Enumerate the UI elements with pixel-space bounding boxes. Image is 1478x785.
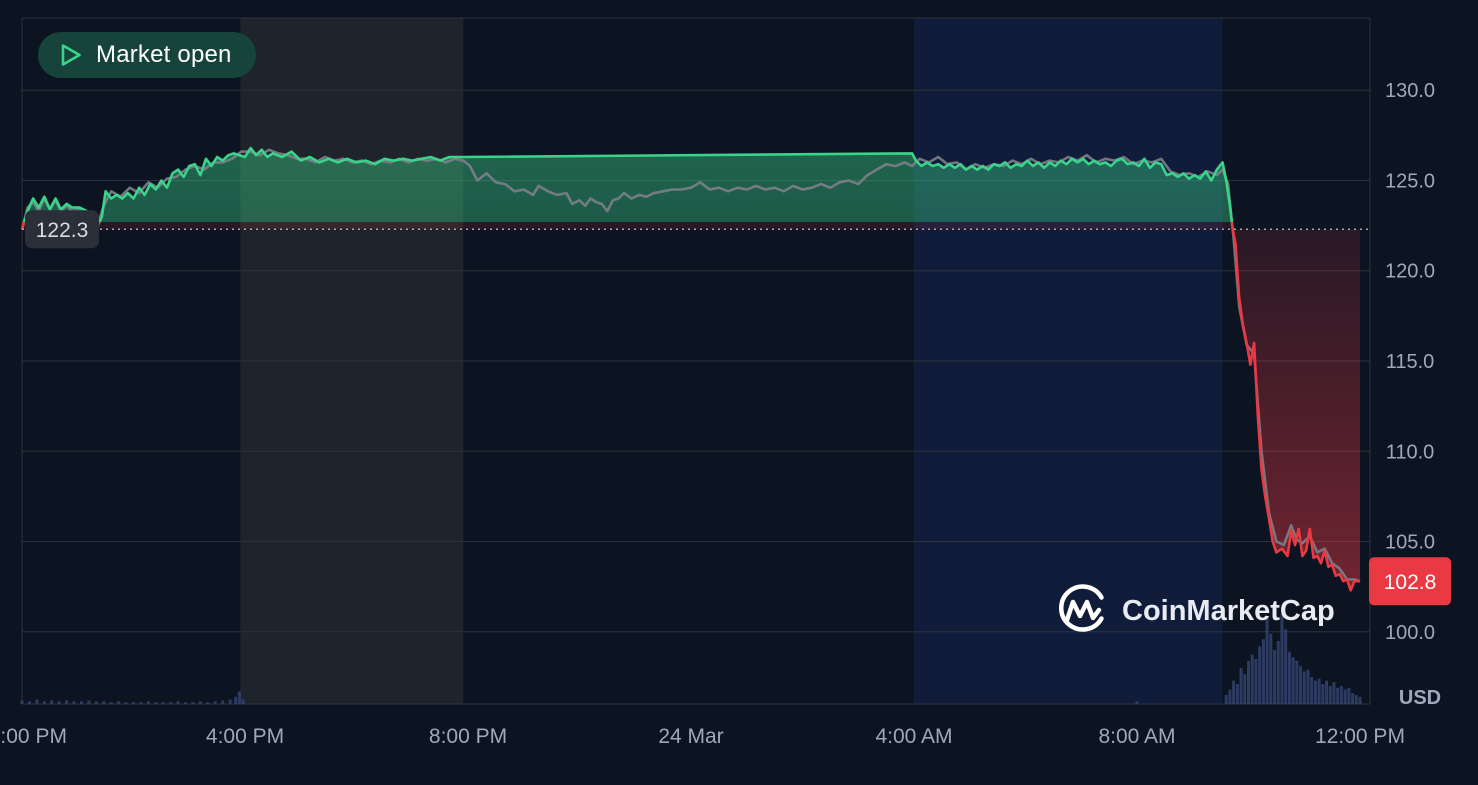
x-tick-label: 24 Mar bbox=[658, 725, 723, 748]
baseline-label: 122.3 bbox=[36, 219, 89, 242]
volume-bar bbox=[1317, 678, 1321, 704]
volume-bar bbox=[65, 700, 69, 704]
y-tick-label: 125.0 bbox=[1385, 170, 1435, 192]
volume-bar bbox=[87, 700, 91, 704]
volume-bar bbox=[1247, 660, 1250, 704]
x-tick-label: 4:00 PM bbox=[206, 725, 284, 748]
volume-bar bbox=[191, 702, 195, 704]
volume-bar bbox=[1258, 646, 1262, 704]
currency-label: USD bbox=[1399, 687, 1441, 709]
play-icon bbox=[60, 43, 82, 67]
volume-bar bbox=[1228, 689, 1232, 704]
volume-bar bbox=[79, 701, 83, 704]
volume-bar bbox=[1358, 696, 1362, 704]
y-tick-label: 115.0 bbox=[1386, 351, 1435, 373]
volume-bar bbox=[1265, 618, 1269, 704]
volume-bar bbox=[1224, 695, 1228, 704]
volume-bar bbox=[102, 701, 106, 704]
volume-bar bbox=[198, 701, 202, 704]
volume-bar bbox=[1287, 651, 1291, 704]
volume-bar bbox=[1243, 674, 1247, 704]
volume-bar bbox=[1135, 701, 1139, 704]
volume-bar bbox=[154, 702, 158, 704]
volume-bar bbox=[1299, 666, 1303, 704]
volume-bar bbox=[1250, 654, 1254, 704]
y-tick-label: 130.0 bbox=[1385, 80, 1435, 102]
chart-canvas: 122.3 130.0 125.0 120.0 115.0 110.0 105.0 100.… bbox=[0, 17, 1451, 748]
volume-bar bbox=[94, 701, 98, 704]
y-tick-label: 100.0 bbox=[1385, 622, 1435, 644]
x-tick-label: 8:00 AM bbox=[1098, 725, 1175, 748]
volume-bar bbox=[1269, 633, 1273, 704]
volume-bar bbox=[221, 700, 225, 704]
volume-bar bbox=[213, 701, 217, 704]
volume-bar bbox=[20, 700, 24, 704]
volume-bar bbox=[124, 702, 128, 704]
volume-bar bbox=[1351, 693, 1355, 704]
volume-bar bbox=[176, 701, 180, 704]
x-tick-label: 12:00 PM bbox=[0, 725, 67, 748]
volume-bar bbox=[1354, 695, 1358, 704]
volume-bar bbox=[50, 700, 54, 704]
y-tick-label: 105.0 bbox=[1385, 532, 1435, 554]
volume-bar bbox=[1273, 650, 1277, 704]
volume-bar bbox=[1306, 669, 1310, 704]
volume-bar bbox=[42, 701, 46, 704]
volume-bar bbox=[206, 702, 210, 704]
volume-bar bbox=[1310, 677, 1314, 704]
volume-bar bbox=[1321, 684, 1325, 704]
volume-bar bbox=[1280, 614, 1284, 704]
volume-bar bbox=[237, 691, 241, 704]
volume-bar bbox=[1328, 686, 1332, 704]
volume-bar bbox=[1291, 657, 1295, 704]
volume-bar bbox=[1343, 689, 1347, 704]
volume-bar bbox=[169, 702, 173, 704]
volume-bar bbox=[57, 701, 61, 704]
volume-bar bbox=[161, 702, 165, 704]
volume-bar bbox=[1313, 680, 1317, 704]
x-tick-label: 12:00 PM bbox=[1315, 725, 1405, 748]
volume-bar bbox=[1235, 684, 1239, 704]
volume-bar bbox=[1325, 680, 1329, 704]
market-status-badge: Market open bbox=[38, 32, 256, 78]
market-status-label: Market open bbox=[96, 41, 232, 68]
volume-bar bbox=[1332, 682, 1336, 704]
volume-bar bbox=[27, 701, 31, 704]
volume-bar bbox=[1239, 668, 1243, 704]
volume-bar bbox=[139, 702, 143, 704]
volume-bar bbox=[1284, 629, 1288, 704]
volume-bar bbox=[72, 701, 76, 704]
volume-bar bbox=[1232, 680, 1236, 704]
x-tick-label: 8:00 PM bbox=[429, 725, 507, 748]
volume-bar bbox=[35, 699, 39, 704]
volume-bar bbox=[234, 696, 238, 704]
volume-bar bbox=[1347, 687, 1351, 704]
current-price-label: 102.8 bbox=[1384, 571, 1437, 594]
volume-bar bbox=[241, 699, 245, 704]
y-tick-label: 120.0 bbox=[1385, 261, 1435, 283]
volume-bar bbox=[1276, 641, 1280, 704]
volume-bar bbox=[1339, 686, 1343, 704]
x-tick-label: 4:00 AM bbox=[875, 725, 952, 748]
volume-bar bbox=[1302, 671, 1306, 704]
volume-bar bbox=[146, 701, 150, 704]
volume-bar bbox=[1254, 659, 1258, 704]
y-tick-label: 110.0 bbox=[1386, 441, 1435, 463]
volume-bar bbox=[117, 701, 121, 704]
volume-bar bbox=[1261, 639, 1265, 704]
price-chart[interactable]: 122.3 130.0 125.0 120.0 115.0 110.0 105.0 100.… bbox=[0, 0, 1478, 780]
volume-bar bbox=[1336, 687, 1340, 704]
watermark-text: CoinMarketCap bbox=[1122, 595, 1335, 627]
volume-bar bbox=[228, 699, 232, 704]
volume-bar bbox=[184, 702, 188, 704]
volume-bar bbox=[109, 702, 113, 704]
volume-bar bbox=[132, 702, 135, 704]
volume-bar bbox=[1295, 660, 1299, 704]
